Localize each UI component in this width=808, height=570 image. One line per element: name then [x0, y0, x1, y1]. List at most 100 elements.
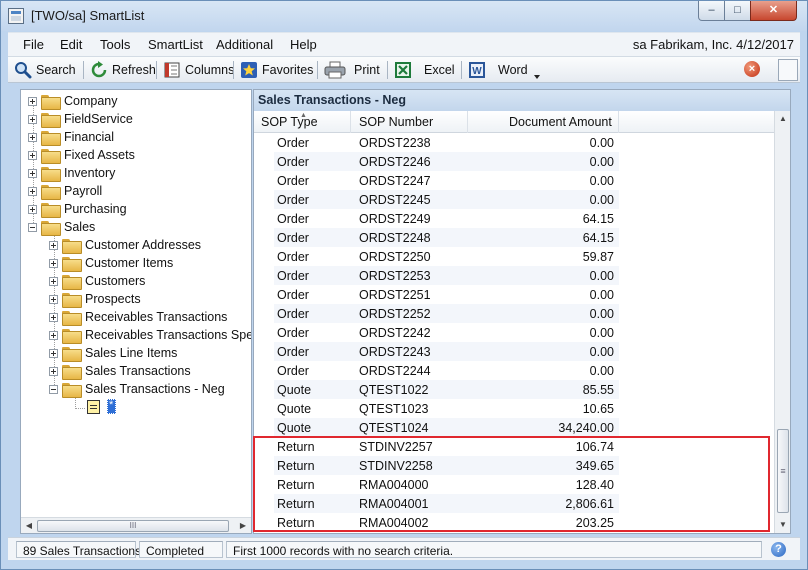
status-bar: 89 Sales Transactions Completed First 10… [8, 537, 800, 560]
tree-item-fixed-assets[interactable]: Fixed Assets [28, 146, 135, 164]
favorites-button[interactable]: Favorites [240, 60, 313, 80]
selected-favorite-item[interactable] [107, 399, 116, 414]
help-icon[interactable]: ? [771, 542, 786, 557]
expand-icon[interactable] [28, 150, 37, 160]
expand-icon[interactable] [49, 330, 58, 340]
scroll-up-icon[interactable]: ▲ [775, 111, 790, 127]
table-row[interactable]: Return STDINV2258 349.65 [274, 456, 619, 475]
tree-item-prospects[interactable]: Prospects [49, 290, 141, 308]
word-dropdown-arrow[interactable] [534, 75, 540, 79]
tree-item-customers[interactable]: Customers [49, 272, 145, 290]
table-row[interactable]: Return RMA004002 203.25 [274, 513, 619, 532]
table-row[interactable]: Order ORDST2253 0.00 [274, 266, 619, 285]
scroll-right-icon[interactable]: ▶ [235, 518, 251, 533]
tree-item-company[interactable]: Company [28, 92, 118, 110]
grid-vertical-scrollbar[interactable]: ▲ ≡ ▼ [774, 111, 790, 533]
expand-icon[interactable] [49, 258, 58, 268]
sort-ascending-icon: ▲ [300, 112, 307, 119]
tree-item-sales[interactable]: Sales [28, 218, 95, 236]
sop-type-cell: Quote [277, 383, 312, 397]
expand-icon[interactable] [28, 114, 37, 124]
expand-icon[interactable] [28, 132, 37, 142]
expand-icon[interactable] [28, 168, 37, 178]
table-row[interactable]: Order ORDST2244 0.00 [274, 361, 619, 380]
tree-item-receivables-transactions-speci[interactable]: Receivables Transactions Speci [49, 326, 251, 344]
table-row[interactable]: Return RMA004001 2,806.61 [274, 494, 619, 513]
print-button[interactable]: Print [324, 60, 380, 80]
menu-additional[interactable]: Additional [216, 37, 273, 52]
menu-tools[interactable]: Tools [100, 37, 130, 52]
refresh-button[interactable]: Refresh [90, 60, 156, 80]
close-button[interactable]: ✕ [750, 1, 797, 21]
table-row[interactable]: Order ORDST2249 64.15 [274, 209, 619, 228]
scroll-thumb[interactable]: III [37, 520, 229, 532]
table-row[interactable]: Order ORDST2252 0.00 [274, 304, 619, 323]
column-header-document-amount[interactable]: Document Amount [468, 111, 619, 133]
table-row[interactable]: Order ORDST2246 0.00 [274, 152, 619, 171]
search-button[interactable]: Search [14, 60, 76, 80]
table-row[interactable]: Return STDINV2257 106.74 [274, 437, 619, 456]
menu-help[interactable]: Help [290, 37, 317, 52]
table-row[interactable]: Order ORDST2251 0.00 [274, 285, 619, 304]
table-row[interactable]: Return RMA004000 128.40 [274, 475, 619, 494]
document-amount-cell: 10.65 [582, 402, 614, 416]
tree-item-customer-addresses[interactable]: Customer Addresses [49, 236, 201, 254]
tree-item-sales-line-items[interactable]: Sales Line Items [49, 344, 177, 362]
tree-item-customer-items[interactable]: Customer Items [49, 254, 173, 272]
smartlist-favorite-icon[interactable] [87, 400, 100, 414]
tree-item-sales-transactions[interactable]: Sales Transactions [49, 362, 191, 380]
expand-icon[interactable] [49, 276, 58, 286]
toolbar-options-box[interactable] [778, 59, 798, 81]
table-row[interactable]: Order ORDST2247 0.00 [274, 171, 619, 190]
folder-icon [62, 238, 82, 254]
tree-item-sales-transactions-neg[interactable]: Sales Transactions - Neg [49, 380, 225, 398]
tree-item-label: Customer Addresses [85, 238, 202, 252]
expand-icon[interactable] [49, 312, 58, 322]
collapse-icon[interactable] [28, 222, 37, 232]
expand-icon[interactable] [28, 204, 37, 214]
excel-button[interactable]: Excel [394, 60, 455, 80]
word-button[interactable]: W Word [468, 60, 528, 80]
stop-icon[interactable]: × [744, 61, 760, 77]
tree-item-label: FieldService [64, 112, 133, 126]
tree-item-inventory[interactable]: Inventory [28, 164, 115, 182]
scroll-thumb[interactable]: ≡ [777, 429, 789, 513]
table-row[interactable]: Order ORDST2248 64.15 [274, 228, 619, 247]
expand-icon[interactable] [49, 348, 58, 358]
tree-item-purchasing[interactable]: Purchasing [28, 200, 127, 218]
table-row[interactable]: Quote QTEST1024 34,240.00 [274, 418, 619, 437]
folder-open-icon [62, 382, 82, 398]
scroll-left-icon[interactable]: ◀ [21, 518, 37, 533]
document-amount-cell: 0.00 [589, 136, 614, 150]
tree-item-receivables-transactions[interactable]: Receivables Transactions [49, 308, 227, 326]
table-row[interactable]: Order ORDST2242 0.00 [274, 323, 619, 342]
table-row[interactable]: Order ORDST2243 0.00 [274, 342, 619, 361]
tree-item-financial[interactable]: Financial [28, 128, 114, 146]
scroll-down-icon[interactable]: ▼ [775, 517, 790, 533]
expand-icon[interactable] [49, 366, 58, 376]
tree-item-fieldservice[interactable]: FieldService [28, 110, 133, 128]
menu-edit[interactable]: Edit [60, 37, 82, 52]
expand-icon[interactable] [28, 186, 37, 196]
columns-button[interactable]: Columns [163, 60, 234, 80]
menu-smartlist[interactable]: SmartList [148, 37, 203, 52]
expand-icon[interactable] [49, 240, 58, 250]
tree-item-label: Customers [85, 274, 146, 288]
tree-horizontal-scrollbar[interactable]: ◀ III ▶ [21, 517, 251, 533]
table-row[interactable]: Quote QTEST1022 85.55 [274, 380, 619, 399]
column-header-sop-number[interactable]: SOP Number [351, 111, 468, 133]
tree-item-payroll[interactable]: Payroll [28, 182, 102, 200]
table-row[interactable]: Order ORDST2245 0.00 [274, 190, 619, 209]
collapse-icon[interactable] [49, 384, 58, 394]
table-row[interactable]: Order ORDST2250 59.87 [274, 247, 619, 266]
table-row[interactable]: Quote QTEST1023 10.65 [274, 399, 619, 418]
minimize-button[interactable]: – [698, 1, 725, 21]
expand-icon[interactable] [28, 96, 37, 106]
expand-icon[interactable] [49, 294, 58, 304]
word-label: Word [498, 63, 528, 77]
maximize-button[interactable]: □ [724, 1, 751, 21]
document-amount-cell: 34,240.00 [558, 421, 614, 435]
column-header-sop-type[interactable]: ▲ SOP Type [254, 111, 351, 133]
table-row[interactable]: Order ORDST2238 0.00 [274, 133, 619, 152]
menu-file[interactable]: File [23, 37, 44, 52]
